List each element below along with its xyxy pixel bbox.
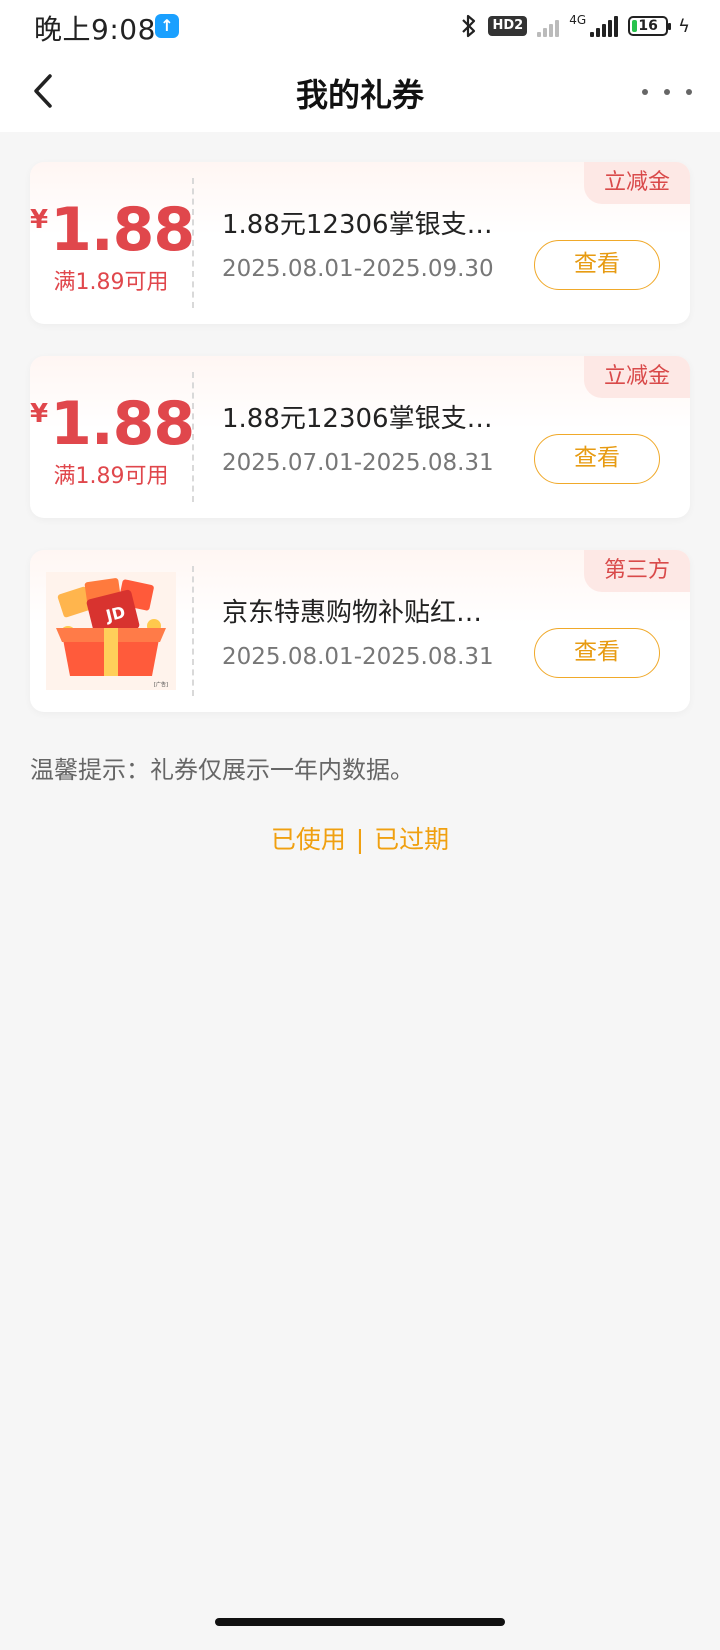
tip-text: 温馨提示：礼券仅展示一年内数据。 <box>30 756 414 784</box>
coupon-date-range: 2025.08.01-2025.09.30 <box>222 256 494 282</box>
expired-coupons-link[interactable]: 已过期 <box>374 825 449 854</box>
coupon-name: 1.88元12306掌银支… <box>222 210 493 240</box>
home-indicator[interactable] <box>215 1618 505 1626</box>
coupon-amount: ¥1.88 <box>30 195 195 265</box>
charging-icon: ϟ <box>678 15 690 37</box>
battery-icon: 16 <box>628 16 672 36</box>
coupon-card[interactable]: 立减金 ¥1.88 满1.89可用 1.88元12306掌银支… 2025.08… <box>30 162 690 324</box>
page-title: 我的礼券 <box>295 76 424 114</box>
hd-voice-badge: HD2 <box>488 16 528 36</box>
nav-header: 我的礼券 <box>0 52 720 132</box>
coupon-date-range: 2025.08.01-2025.08.31 <box>222 644 494 670</box>
view-button[interactable]: 查看 <box>534 628 660 678</box>
status-time: 晚上9:08 <box>34 13 156 46</box>
dashed-divider <box>192 178 194 308</box>
view-button[interactable]: 查看 <box>534 434 660 484</box>
coupon-name: 京东特惠购物补贴红… <box>222 598 483 628</box>
coupon-type-tag: 立减金 <box>583 356 690 398</box>
coupon-amount: ¥1.88 <box>30 389 195 459</box>
svg-text:[广告]: [广告] <box>154 681 168 688</box>
coupon-type-tag: 第三方 <box>583 550 690 592</box>
signal-sim1-icon <box>537 15 560 37</box>
view-button[interactable]: 查看 <box>534 240 660 290</box>
coupon-condition: 满1.89可用 <box>53 464 169 489</box>
bluetooth-icon <box>460 13 478 39</box>
network-type: 4G <box>569 13 587 27</box>
dashed-divider <box>192 372 194 502</box>
gift-box-image: JD [广告] <box>46 572 176 690</box>
battery-level: 16 <box>638 18 658 34</box>
link-separator: | <box>355 825 365 854</box>
more-button[interactable] <box>642 80 692 104</box>
status-bar: 晚上9:08 ↑ HD2 4G 16 ϟ <box>0 0 720 52</box>
coupon-value: ¥1.88 满1.89可用 <box>30 162 195 324</box>
coupon-card[interactable]: 立减金 ¥1.88 满1.89可用 1.88元12306掌银支… 2025.07… <box>30 356 690 518</box>
coupon-condition: 满1.89可用 <box>53 270 169 295</box>
coupon-date-range: 2025.07.01-2025.08.31 <box>222 450 494 476</box>
coupon-card[interactable]: 第三方 JD [广告] 京东特惠购物补贴红… 2025.08.01-2025.0… <box>30 550 690 712</box>
coupon-value: ¥1.88 满1.89可用 <box>30 356 195 518</box>
upload-notification-icon: ↑ <box>155 14 179 38</box>
signal-sim2-icon <box>590 15 619 37</box>
used-coupons-link[interactable]: 已使用 <box>271 825 346 854</box>
coupon-name: 1.88元12306掌银支… <box>222 404 493 434</box>
status-indicators: HD2 4G 16 ϟ <box>460 12 690 40</box>
coupon-type-tag: 立减金 <box>583 162 690 204</box>
dashed-divider <box>192 566 194 696</box>
more-dots-icon <box>642 89 648 95</box>
history-links: 已使用 | 已过期 <box>0 820 720 856</box>
